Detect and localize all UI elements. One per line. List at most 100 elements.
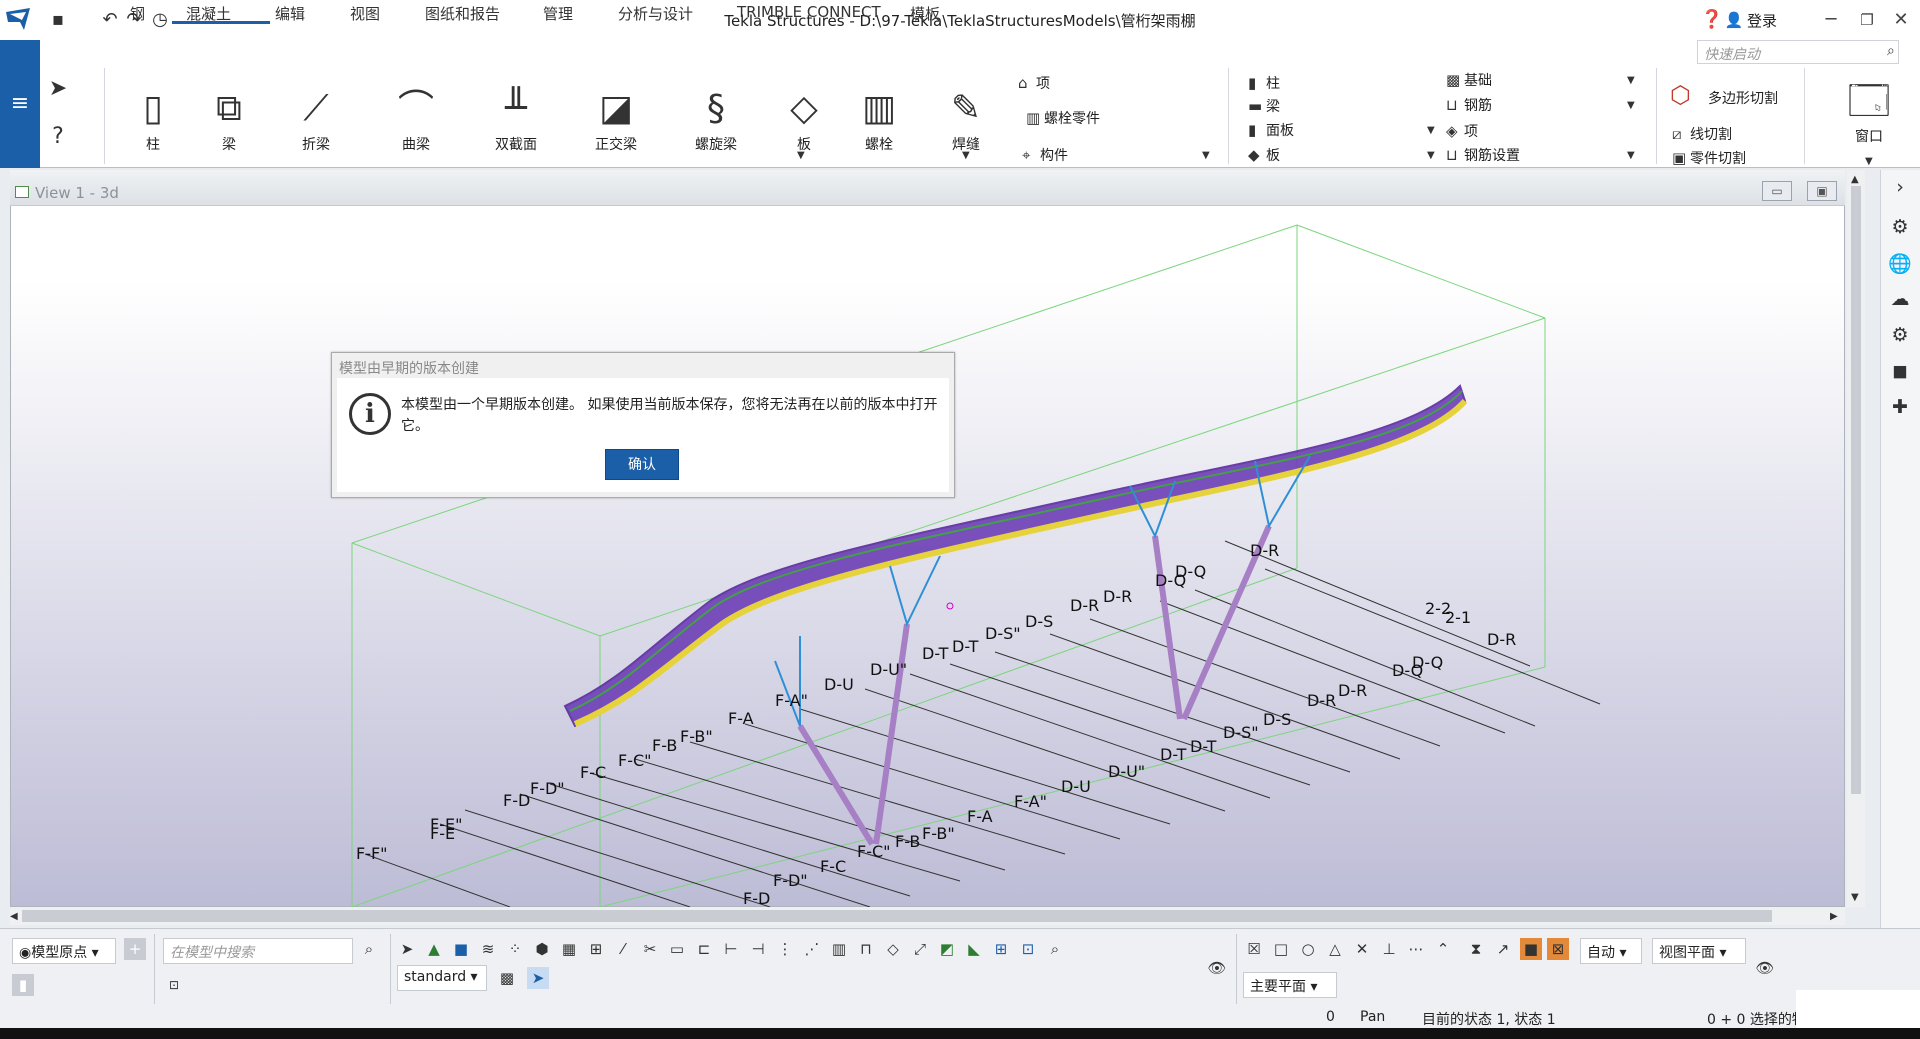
select-parts-icon[interactable]: ▲ [423, 938, 445, 960]
delete-icon[interactable]: ▮ [12, 974, 34, 996]
help-icon[interactable]: ❓ [1700, 9, 1724, 31]
rebar-dropdown-icon[interactable]: ▼ [1627, 100, 1635, 111]
tab-manage[interactable]: 管理 [543, 3, 573, 24]
select-objects-in-component-icon[interactable]: ◣ [963, 938, 985, 960]
close-button[interactable]: ✕ [1886, 6, 1916, 34]
select-objects-icon[interactable]: ◩ [936, 938, 958, 960]
scroll-down-icon[interactable]: ▼ [1851, 892, 1859, 903]
model-search-input[interactable]: 在模型中搜索 [163, 938, 353, 964]
model-origin-dropdown[interactable]: ◉模型原点 ▾ [12, 938, 116, 964]
tab-view[interactable]: 视图 [350, 3, 380, 24]
select-nested-icon[interactable]: ⊡ [1017, 938, 1039, 960]
bolt-part-button[interactable]: ▥ 螺栓零件 [1026, 108, 1100, 128]
select-reference-icon[interactable]: ⤢ [909, 938, 931, 960]
vertical-scroll-thumb[interactable] [1851, 186, 1861, 794]
tool-plate[interactable]: ◇ 板 [769, 84, 839, 154]
concrete-beam-button[interactable]: ▬ 梁 [1248, 96, 1280, 116]
select-rebar-set-icon[interactable]: ⋰ [801, 938, 823, 960]
tool-twin-profile[interactable]: ╨ 双截面 [481, 84, 551, 154]
property-settings-icon[interactable]: ⚙ [1880, 216, 1920, 238]
snap-midpoint-icon[interactable]: △ [1324, 938, 1346, 960]
plate-dropdown-icon[interactable]: ▼ [797, 150, 805, 161]
select-all-icon[interactable]: ➤ [396, 938, 418, 960]
snap-plane-dropdown[interactable]: 视图平面 ▾ [1652, 938, 1746, 964]
component-dropdown-icon[interactable]: ▼ [1202, 150, 1210, 161]
login-button[interactable]: 登录 [1747, 10, 1777, 31]
tool-curved-beam[interactable]: ⌒ 曲梁 [381, 84, 451, 154]
tool-beam[interactable]: ⧉ 梁 [194, 84, 264, 154]
select-welds-icon[interactable]: ≋ [477, 938, 499, 960]
tab-concrete[interactable]: 混凝土 [172, 3, 270, 24]
tab-trimble-connect[interactable]: TRIMBLE CONNECT [737, 3, 881, 24]
search-icon[interactable]: ⌕ [358, 938, 380, 960]
add-icon[interactable]: + [124, 938, 146, 960]
select-pointer-icon[interactable]: ➤ [46, 78, 70, 100]
select-grid-icon[interactable]: ▦ [558, 938, 580, 960]
panel-button[interactable]: ▮ 面板 [1248, 120, 1294, 140]
select-pour-icon[interactable]: ▥ [828, 938, 850, 960]
snap-line-extension-icon[interactable]: ⋯ [1405, 938, 1427, 960]
cube-icon[interactable]: ◼ [1880, 360, 1920, 382]
slab-dropdown-icon[interactable]: ▼ [1427, 150, 1435, 161]
select-assembly-icon[interactable]: ⊞ [990, 938, 1012, 960]
snap-override-icon[interactable]: ■ [1520, 938, 1542, 960]
snap-depth-dropdown[interactable]: 自动 ▾ [1580, 938, 1642, 964]
snap-visibility-eye-icon[interactable]: 👁 [1754, 957, 1776, 979]
snap-geometry-icon[interactable]: □ [1270, 938, 1292, 960]
item-button[interactable]: ⌂ 项 [1018, 73, 1050, 93]
tool-spiral-beam[interactable]: § 螺旋梁 [681, 84, 751, 154]
select-reinforcement-icon[interactable]: ⊣ [747, 938, 769, 960]
tab-analysis-design[interactable]: 分析与设计 [618, 3, 693, 24]
quick-launch-input[interactable]: 快速启动 [1697, 40, 1899, 64]
part-cut-button[interactable]: ▣ 零件切割 [1672, 148, 1746, 168]
panel-dropdown-icon[interactable]: ▼ [1427, 125, 1435, 136]
confirm-button[interactable]: 确认 [605, 449, 679, 480]
slab-button[interactable]: ◆ 板 [1248, 145, 1280, 165]
snap-grid-icon[interactable]: ⊠ [1547, 938, 1569, 960]
pick-filter-icon[interactable]: ➤ [527, 967, 549, 989]
tab-drawings-reports[interactable]: 图纸和报告 [425, 3, 500, 24]
tab-edit[interactable]: 编辑 [275, 3, 305, 24]
tab-steel[interactable]: 钢 [130, 3, 145, 24]
select-assemblies-icon[interactable]: ⊏ [693, 938, 715, 960]
selection-filter-dropdown[interactable]: standard ▾ [397, 965, 487, 991]
window-button[interactable]: 🗔 窗口 [1834, 76, 1904, 146]
settings-icon[interactable]: ⚙ [1880, 324, 1920, 346]
select-bolts-icon[interactable]: ⁘ [504, 938, 526, 960]
window-dropdown-icon[interactable]: ▼ [1865, 156, 1873, 167]
tool-orthogonal-beam[interactable]: ◪ 正交梁 [581, 84, 651, 154]
footing-button[interactable]: ▩ 基础 [1446, 70, 1492, 90]
snap-free-icon[interactable]: ↗ [1492, 938, 1514, 960]
filter-icon[interactable]: ▩ [496, 967, 518, 989]
select-pour-breaks-icon[interactable]: ⊓ [855, 938, 877, 960]
snap-reference-icon[interactable]: ☒ [1243, 938, 1265, 960]
zoom-selected-icon[interactable]: ⊡ [163, 974, 185, 996]
snap-intersection-icon[interactable]: ✕ [1351, 938, 1373, 960]
snap-any-position-icon[interactable]: ⌃ [1432, 938, 1454, 960]
tool-weld[interactable]: ✎ 焊缝 [931, 84, 1001, 154]
view-minimize-button[interactable]: ▭ [1762, 181, 1792, 201]
cloud-icon[interactable]: ☁ [1880, 288, 1920, 310]
snap-nearest-icon[interactable]: ⧗ [1465, 938, 1487, 960]
minimize-button[interactable]: ─ [1816, 6, 1846, 34]
view-maximize-button[interactable]: ▣ [1807, 181, 1837, 201]
snap-center-icon[interactable]: ○ [1297, 938, 1319, 960]
select-rebar-icon[interactable]: ⋮ [774, 938, 796, 960]
polygon-cut-button[interactable]: ⬡ 多边形切割 [1670, 81, 1778, 109]
scroll-up-icon[interactable]: ▲ [1851, 174, 1859, 185]
tool-bolt[interactable]: ▥ 螺栓 [844, 84, 914, 154]
weld-dropdown-icon[interactable]: ▼ [962, 150, 970, 161]
scroll-left-icon[interactable]: ◀ [10, 911, 18, 922]
rebar-button[interactable]: ⊔ 钢筋 [1446, 95, 1492, 115]
rebar-set-dropdown-icon[interactable]: ▼ [1627, 150, 1635, 161]
search-icon[interactable]: ⌕ [1887, 43, 1895, 59]
footing-dropdown-icon[interactable]: ▼ [1627, 75, 1635, 86]
horizontal-scroll-thumb[interactable] [22, 910, 1772, 922]
scroll-right-icon[interactable]: ▶ [1830, 911, 1838, 922]
select-cuts-icon[interactable]: ✂ [639, 938, 661, 960]
visibility-eye-icon[interactable]: 👁 [1206, 957, 1228, 979]
shapes-icon[interactable]: ✚ [1880, 396, 1920, 418]
tool-column[interactable]: ▯ 柱 [118, 84, 188, 154]
line-cut-button[interactable]: ⧄ 线切割 [1672, 124, 1732, 144]
rebar-set-button[interactable]: ⊔ 钢筋设置 [1446, 145, 1520, 165]
